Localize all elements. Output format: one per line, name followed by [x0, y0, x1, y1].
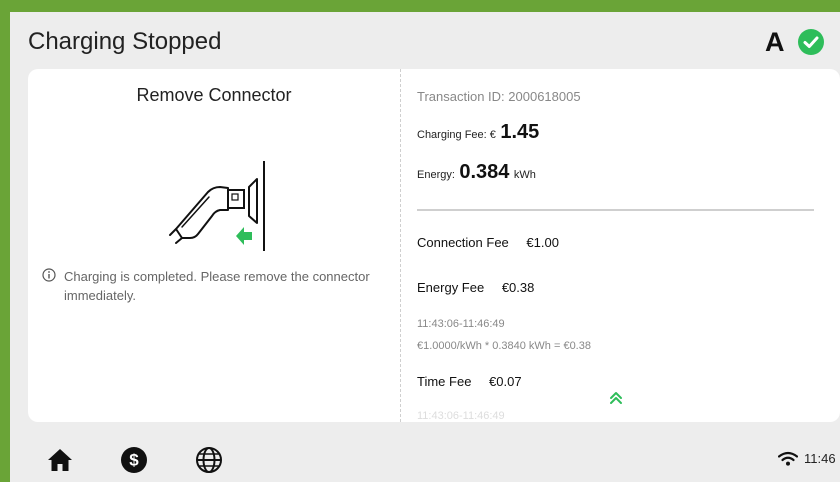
connection-fee-row: Connection Fee €1.00 [417, 235, 559, 250]
frame-top-border [0, 0, 840, 12]
fee-details-panel: Transaction ID: 2000618005 Charging Fee:… [401, 69, 840, 422]
frame-left-border [0, 0, 10, 482]
charging-fee-value: 1.45 [500, 121, 540, 143]
status-clock: 11:46 [804, 451, 836, 466]
wifi-icon [778, 451, 798, 466]
time-fee-amount: €0.07 [489, 374, 522, 389]
globe-icon[interactable] [195, 446, 223, 474]
header: Charging Stopped A [10, 12, 840, 70]
energy-fee-amount: €0.38 [501, 280, 535, 295]
double-chevron-up-icon[interactable] [609, 391, 623, 405]
transaction-id: Transaction ID: 2000618005 [417, 89, 581, 104]
time-fee-row: Time Fee €0.07 [417, 374, 522, 389]
charging-fee: Charging Fee: € 1.45 [417, 121, 539, 144]
check-circle-icon [798, 29, 824, 55]
bottom-navigation-bar: $ 11:46 [10, 436, 840, 482]
page-title: Charging Stopped [28, 28, 222, 55]
dollar-icon[interactable]: $ [120, 446, 148, 474]
summary-card: Remove Connector Charging is completed. … [28, 69, 840, 422]
connection-fee-label: Connection Fee [417, 235, 509, 250]
energy-value: 0.384 [459, 161, 510, 183]
energy: Energy: 0.384 kWh [417, 161, 536, 184]
energy-fee-row: Energy Fee €0.38 [417, 280, 534, 295]
svg-text:$: $ [129, 451, 139, 470]
energy-label: Energy: [417, 169, 455, 181]
screen: Charging Stopped A Remove Connector Char… [10, 12, 840, 482]
energy-fee-formula: €1.0000/kWh * 0.3840 kWh = €0.38 [417, 340, 591, 352]
home-icon[interactable] [46, 446, 74, 474]
section-divider [417, 209, 814, 211]
unplug-connector-icon [169, 161, 265, 251]
energy-fee-time-range: 11:43:06-11:46:49 [417, 318, 505, 330]
remove-connector-panel: Remove Connector Charging is completed. … [28, 69, 400, 422]
completion-message-text: Charging is completed. Please remove the… [64, 269, 370, 303]
info-icon [42, 268, 56, 282]
charging-fee-label: Charging Fee: € [417, 129, 496, 141]
time-fee-time-range: 11:43:06-11:46:49 [417, 410, 505, 422]
energy-fee-label: Energy Fee [417, 280, 485, 295]
energy-unit: kWh [513, 169, 536, 181]
connection-fee-amount: €1.00 [526, 235, 559, 250]
time-fee-label: Time Fee [417, 374, 472, 389]
connector-id-label: A [765, 27, 785, 57]
remove-connector-title: Remove Connector [136, 85, 292, 105]
